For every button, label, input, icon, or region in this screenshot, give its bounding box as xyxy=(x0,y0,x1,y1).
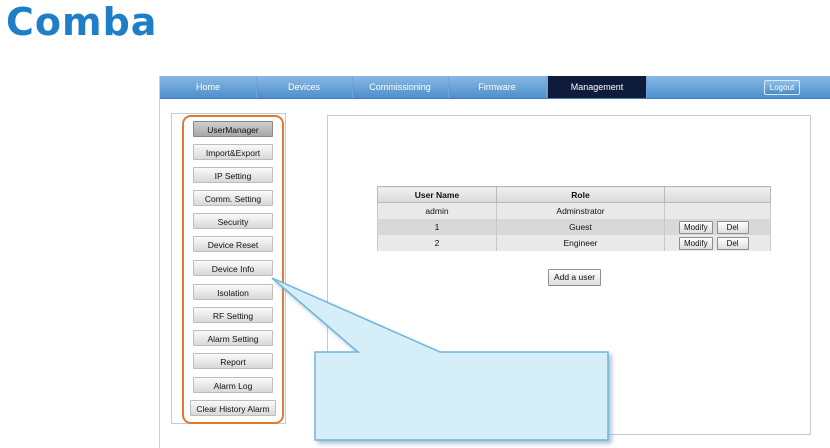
modify-button[interactable]: Modify xyxy=(679,220,713,234)
nav-commissioning[interactable]: Commissioning xyxy=(352,76,449,98)
cell-actions xyxy=(664,202,771,219)
table-row: 1 Guest Modify Del xyxy=(377,219,771,235)
cell-user-name: 2 xyxy=(377,235,497,251)
user-table: User Name Role admin Adminstrator 1 Gues… xyxy=(377,186,771,251)
sidebar-highlight-outline xyxy=(182,115,284,424)
table-row: 2 Engineer Modify Del xyxy=(377,235,771,251)
cell-actions: Modify Del xyxy=(664,219,771,235)
delete-button[interactable]: Del xyxy=(716,220,749,234)
nav-devices[interactable]: Devices xyxy=(256,76,353,98)
cell-role: Adminstrator xyxy=(496,202,665,219)
nav-management[interactable]: Management xyxy=(548,76,647,98)
cell-user-name: admin xyxy=(377,202,497,219)
cell-actions: Modify Del xyxy=(664,235,771,251)
cell-role: Engineer xyxy=(496,235,665,251)
table-row: admin Adminstrator xyxy=(377,202,771,219)
comba-logo: Comba xyxy=(6,0,158,44)
delete-button[interactable]: Del xyxy=(716,236,749,250)
nav-home[interactable]: Home xyxy=(160,76,257,98)
column-header-role: Role xyxy=(496,186,665,203)
cell-role: Guest xyxy=(496,219,665,235)
add-user-button[interactable]: Add a user xyxy=(548,269,601,286)
nav-firmware[interactable]: Firmware xyxy=(448,76,547,98)
column-header-user-name: User Name xyxy=(377,186,497,203)
modify-button[interactable]: Modify xyxy=(679,236,713,250)
column-header-actions xyxy=(664,186,771,203)
top-navigation: Home Devices Commissioning Firmware Mana… xyxy=(160,76,830,99)
logout-button[interactable]: Logout xyxy=(764,80,800,95)
cell-user-name: 1 xyxy=(377,219,497,235)
